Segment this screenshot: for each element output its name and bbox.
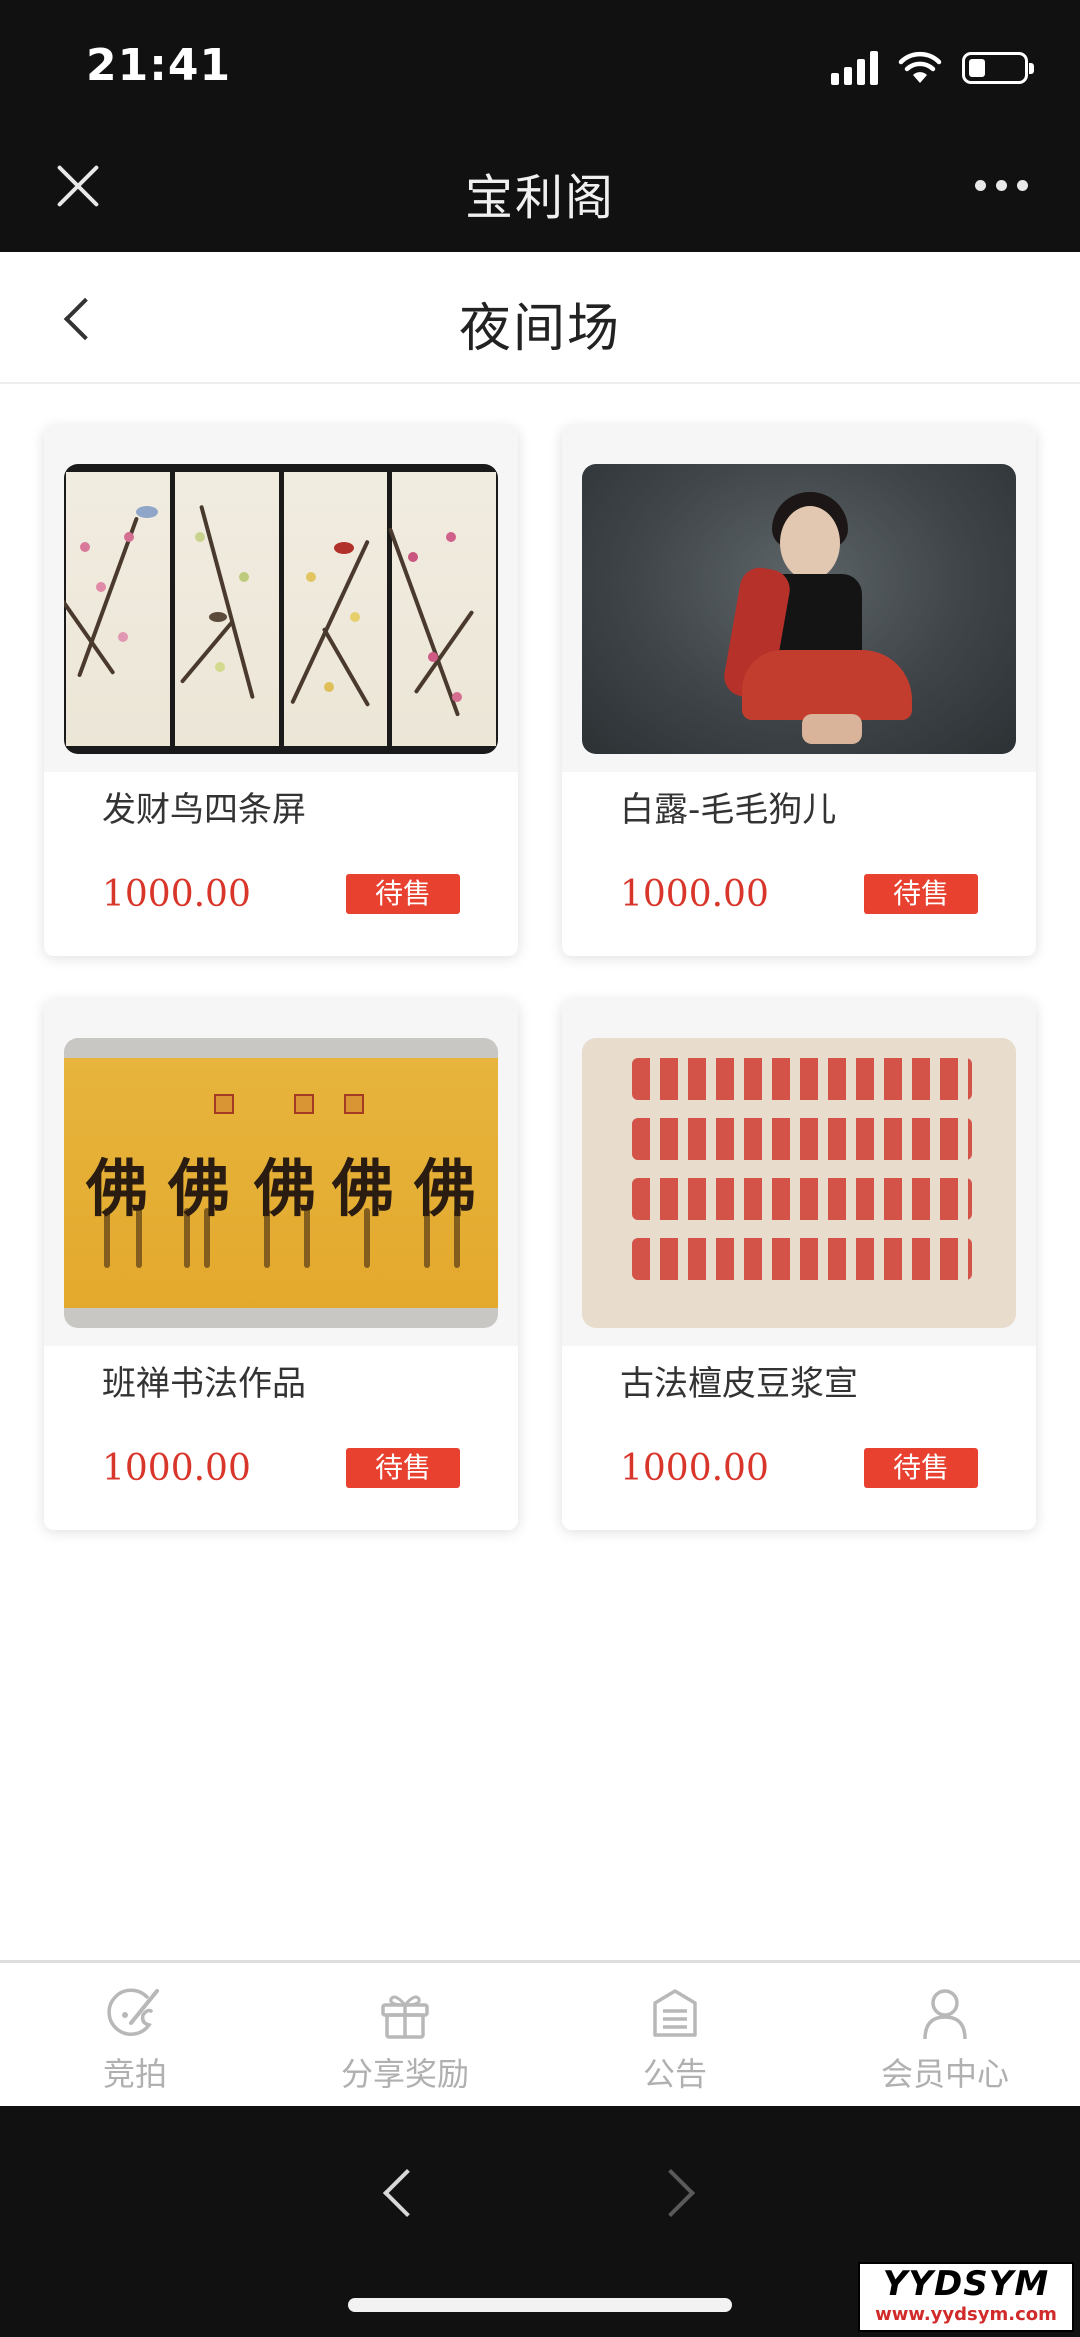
seal-stamp — [294, 1094, 314, 1114]
product-name: 白露-毛毛狗儿 — [620, 790, 837, 830]
screen-panel — [283, 472, 388, 746]
tab-member-center[interactable]: 会员中心 — [810, 1963, 1080, 2106]
screen-panel — [64, 472, 170, 746]
portrait-skirt — [742, 650, 912, 720]
stamp-row — [632, 1118, 972, 1160]
calligraphy-glyph: 佛 — [168, 1152, 231, 1225]
product-image-area — [44, 426, 518, 772]
status-badge: 待售 — [864, 874, 978, 914]
browser-forward-button[interactable] — [650, 2168, 698, 2216]
product-image[interactable] — [64, 464, 498, 754]
page-title: 夜间场 — [458, 299, 621, 359]
tab-label: 会员中心 — [880, 2055, 1009, 2093]
status-icons — [831, 48, 1034, 88]
watermark-url: www.yydsym.com — [875, 2304, 1057, 2325]
product-card[interactable]: 白露-毛毛狗儿 1000.00 待售 — [562, 426, 1036, 956]
product-price: 1000.00 — [102, 1448, 251, 1489]
tab-label: 分享奖励 — [340, 2055, 469, 2093]
product-name: 古法檀皮豆浆宣 — [620, 1364, 858, 1404]
more-dot-icon — [975, 180, 986, 191]
home-indicator[interactable] — [348, 2298, 732, 2312]
product-grid: 发财鸟四条屏 1000.00 待售 白露-毛毛狗儿 1000.00 待售 佛 佛… — [44, 426, 1036, 1530]
more-options-button[interactable] — [975, 180, 1028, 191]
product-image[interactable]: 佛 佛 佛 佛 佛 — [64, 1038, 498, 1328]
product-image-area — [562, 1000, 1036, 1346]
more-dot-icon — [1017, 180, 1028, 191]
product-name: 班禅书法作品 — [102, 1364, 306, 1404]
gift-icon — [381, 1995, 429, 2039]
status-time: 21:41 — [86, 40, 232, 91]
product-price: 1000.00 — [620, 1448, 769, 1489]
tab-auction[interactable]: 竞拍 — [0, 1963, 270, 2106]
tab-share-reward[interactable]: 分享奖励 — [270, 1963, 540, 2106]
screen-panel — [174, 472, 279, 746]
portrait-feet — [802, 714, 862, 744]
battery-level — [969, 59, 985, 77]
status-badge: 待售 — [346, 874, 460, 914]
browser-back-button[interactable] — [376, 2168, 424, 2216]
tab-notice[interactable]: 公告 — [540, 1963, 810, 2106]
product-price: 1000.00 — [102, 874, 251, 915]
palette-icon — [107, 1988, 159, 2036]
stamp-row — [632, 1178, 972, 1220]
battery-icon — [962, 52, 1034, 84]
product-name: 发财鸟四条屏 — [102, 790, 306, 830]
app-title: 宝利阁 — [464, 170, 615, 226]
portrait-face — [780, 506, 840, 580]
seal-stamp — [344, 1094, 364, 1114]
product-image-area: 佛 佛 佛 佛 佛 — [44, 1000, 518, 1346]
status-badge: 待售 — [346, 1448, 460, 1488]
calligraphy-glyph: 佛 — [332, 1152, 395, 1225]
tab-label: 公告 — [642, 2055, 707, 2093]
product-image-area — [562, 426, 1036, 772]
top-bar: 21:41 宝利阁 — [0, 0, 1080, 252]
seal-stamp — [214, 1094, 234, 1114]
product-image[interactable] — [582, 1038, 1016, 1328]
stamp-row — [632, 1238, 972, 1280]
screen-panel — [388, 472, 496, 746]
page: 21:41 宝利阁 夜间场 发财鸟四条屏 1000.00 待售 白露-毛毛狗儿 … — [0, 0, 1080, 2337]
product-card[interactable]: 发财鸟四条屏 1000.00 待售 — [44, 426, 518, 956]
status-badge: 待售 — [864, 1448, 978, 1488]
watermark-logo: YYDSYM www.yydsym.com — [858, 2262, 1074, 2332]
product-card[interactable]: 古法檀皮豆浆宣 1000.00 待售 — [562, 1000, 1036, 1530]
calligraphy-sheet: 佛 佛 佛 佛 佛 — [64, 1058, 498, 1308]
more-dot-icon — [996, 180, 1007, 191]
signal-icon — [831, 51, 878, 85]
notice-icon — [653, 1989, 697, 2037]
product-image[interactable] — [582, 464, 1016, 754]
product-price: 1000.00 — [620, 874, 769, 915]
bottom-tab-bar: 竞拍 分享奖励 公告 会员中心 — [0, 1960, 1080, 2106]
user-icon — [923, 1989, 967, 2040]
tab-label: 竞拍 — [102, 2055, 167, 2093]
wifi-icon — [898, 51, 942, 83]
watermark-text: YYDSYM — [882, 2264, 1050, 2304]
product-card[interactable]: 佛 佛 佛 佛 佛 班禅书法作品 1000.00 待售 — [44, 1000, 518, 1530]
page-header: 夜间场 — [0, 252, 1080, 384]
stamp-row — [632, 1058, 972, 1100]
